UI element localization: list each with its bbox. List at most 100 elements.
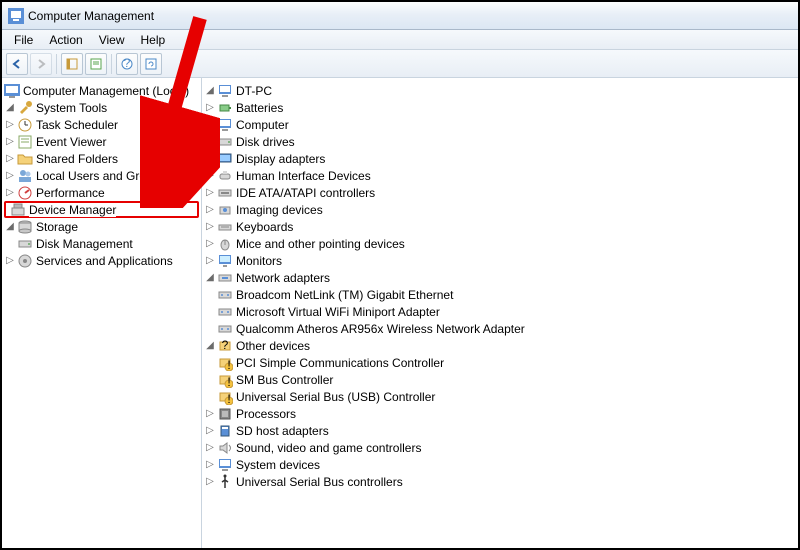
- expander-closed-icon[interactable]: ▷: [4, 153, 16, 165]
- expander-closed-icon[interactable]: ▷: [204, 425, 216, 437]
- network-adapter-icon: [217, 304, 233, 320]
- device-item[interactable]: ▷Broadcom NetLink (TM) Gigabit Ethernet: [204, 286, 796, 303]
- toolbar-divider: [56, 54, 57, 74]
- expander-closed-icon[interactable]: ▷: [204, 153, 216, 165]
- expander-closed-icon[interactable]: ▷: [204, 221, 216, 233]
- category-icon: [217, 440, 233, 456]
- device-category[interactable]: ▷Processors: [204, 405, 796, 422]
- storage-node[interactable]: ◢ Storage: [4, 218, 199, 235]
- device-item[interactable]: ▷!SM Bus Controller: [204, 371, 796, 388]
- svg-text:!: !: [227, 375, 230, 388]
- warning-device-icon: !: [217, 389, 233, 405]
- system-tools-node[interactable]: ◢ System Tools: [4, 99, 199, 116]
- content-area: Computer Management (Local) ◢ System Too…: [2, 78, 798, 548]
- properties-button[interactable]: [85, 53, 107, 75]
- expander-open-icon[interactable]: ◢: [204, 272, 216, 284]
- category-icon: [217, 474, 233, 490]
- device-category[interactable]: ▷System devices: [204, 456, 796, 473]
- device-item[interactable]: ▷Qualcomm Atheros AR956x Wireless Networ…: [204, 320, 796, 337]
- menu-view[interactable]: View: [91, 31, 133, 49]
- device-category[interactable]: ▷SD host adapters: [204, 422, 796, 439]
- expander-closed-icon[interactable]: ▷: [204, 170, 216, 182]
- forward-button[interactable]: [30, 53, 52, 75]
- disk-management-node[interactable]: ▷Disk Management: [4, 235, 199, 252]
- show-hide-button[interactable]: [61, 53, 83, 75]
- refresh-button[interactable]: [140, 53, 162, 75]
- category-icon: [217, 151, 233, 167]
- expander-closed-icon[interactable]: ▷: [204, 408, 216, 420]
- services-node[interactable]: ▷ Services and Applications: [4, 252, 199, 269]
- expander-closed-icon[interactable]: ▷: [204, 187, 216, 199]
- expander-closed-icon[interactable]: ▷: [4, 170, 16, 182]
- expander-closed-icon[interactable]: ▷: [204, 102, 216, 114]
- menubar: File Action View Help: [2, 30, 798, 50]
- device-category[interactable]: ▷Display adapters: [204, 150, 796, 167]
- expander-closed-icon[interactable]: ▷: [4, 255, 16, 267]
- system-tools-label: System Tools: [36, 101, 107, 115]
- task-scheduler-node[interactable]: ▷Task Scheduler: [4, 116, 199, 133]
- expander-closed-icon[interactable]: ▷: [4, 187, 16, 199]
- shared-folders-node[interactable]: ▷Shared Folders: [4, 150, 199, 167]
- device-category[interactable]: ◢?Other devices: [204, 337, 796, 354]
- device-category[interactable]: ◢Network adapters: [204, 269, 796, 286]
- menu-file[interactable]: File: [6, 31, 41, 49]
- expander-closed-icon[interactable]: ▷: [204, 459, 216, 471]
- expander-open-icon[interactable]: ◢: [4, 221, 16, 233]
- device-category[interactable]: ▷Universal Serial Bus controllers: [204, 473, 796, 490]
- device-category[interactable]: ▷Imaging devices: [204, 201, 796, 218]
- device-category[interactable]: ▷Mice and other pointing devices: [204, 235, 796, 252]
- device-category[interactable]: ▷Human Interface Devices: [204, 167, 796, 184]
- category-icon: [217, 423, 233, 439]
- clock-icon: [17, 117, 33, 133]
- expander-open-icon[interactable]: ◢: [4, 102, 16, 114]
- expander-closed-icon[interactable]: ▷: [204, 255, 216, 267]
- titlebar: Computer Management: [2, 2, 798, 30]
- expander-closed-icon[interactable]: ▷: [204, 136, 216, 148]
- expander-closed-icon[interactable]: ▷: [204, 204, 216, 216]
- device-item[interactable]: ▷!Universal Serial Bus (USB) Controller: [204, 388, 796, 405]
- tree-root-local[interactable]: Computer Management (Local): [4, 82, 199, 99]
- device-category[interactable]: ▷Batteries: [204, 99, 796, 116]
- expander-closed-icon[interactable]: ▷: [4, 119, 16, 131]
- category-icon: [217, 185, 233, 201]
- device-root[interactable]: ◢ DT-PC: [204, 82, 796, 99]
- menu-help[interactable]: Help: [133, 31, 174, 49]
- computer-mgmt-icon: [4, 83, 20, 99]
- device-manager-node[interactable]: Device Manager: [4, 201, 199, 218]
- expander-closed-icon[interactable]: ▷: [204, 476, 216, 488]
- warning-device-icon: !: [217, 372, 233, 388]
- back-button[interactable]: [6, 53, 28, 75]
- storage-icon: [17, 219, 33, 235]
- device-category[interactable]: ▷Computer: [204, 116, 796, 133]
- right-pane: ◢ DT-PC ▷Batteries▷Computer▷Disk drives▷…: [202, 78, 798, 548]
- services-icon: [17, 253, 33, 269]
- tools-icon: [17, 100, 33, 116]
- left-pane: Computer Management (Local) ◢ System Too…: [2, 78, 202, 548]
- expander-open-icon[interactable]: ◢: [204, 340, 216, 352]
- help-button[interactable]: ?: [116, 53, 138, 75]
- toolbar-divider: [111, 54, 112, 74]
- expander-closed-icon[interactable]: ▷: [204, 442, 216, 454]
- expander-closed-icon[interactable]: ▷: [204, 238, 216, 250]
- local-users-node[interactable]: ▷Local Users and Groups: [4, 167, 199, 184]
- expander-closed-icon[interactable]: ▷: [4, 136, 16, 148]
- network-adapter-icon: [217, 287, 233, 303]
- device-item[interactable]: ▷Microsoft Virtual WiFi Miniport Adapter: [204, 303, 796, 320]
- category-icon: [217, 202, 233, 218]
- category-icon: [217, 100, 233, 116]
- device-category[interactable]: ▷Sound, video and game controllers: [204, 439, 796, 456]
- svg-text:?: ?: [222, 338, 229, 352]
- menu-action[interactable]: Action: [41, 31, 90, 49]
- performance-node[interactable]: ▷Performance: [4, 184, 199, 201]
- category-icon: [217, 406, 233, 422]
- expander-closed-icon[interactable]: ▷: [204, 119, 216, 131]
- device-category[interactable]: ▷IDE ATA/ATAPI controllers: [204, 184, 796, 201]
- device-category[interactable]: ▷Keyboards: [204, 218, 796, 235]
- device-category[interactable]: ▷Disk drives: [204, 133, 796, 150]
- device-item[interactable]: ▷!PCI Simple Communications Controller: [204, 354, 796, 371]
- tree-root-label: Computer Management (Local): [23, 84, 189, 98]
- event-viewer-node[interactable]: ▷Event Viewer: [4, 133, 199, 150]
- folder-share-icon: [17, 151, 33, 167]
- device-category[interactable]: ▷Monitors: [204, 252, 796, 269]
- expander-open-icon[interactable]: ◢: [204, 85, 216, 97]
